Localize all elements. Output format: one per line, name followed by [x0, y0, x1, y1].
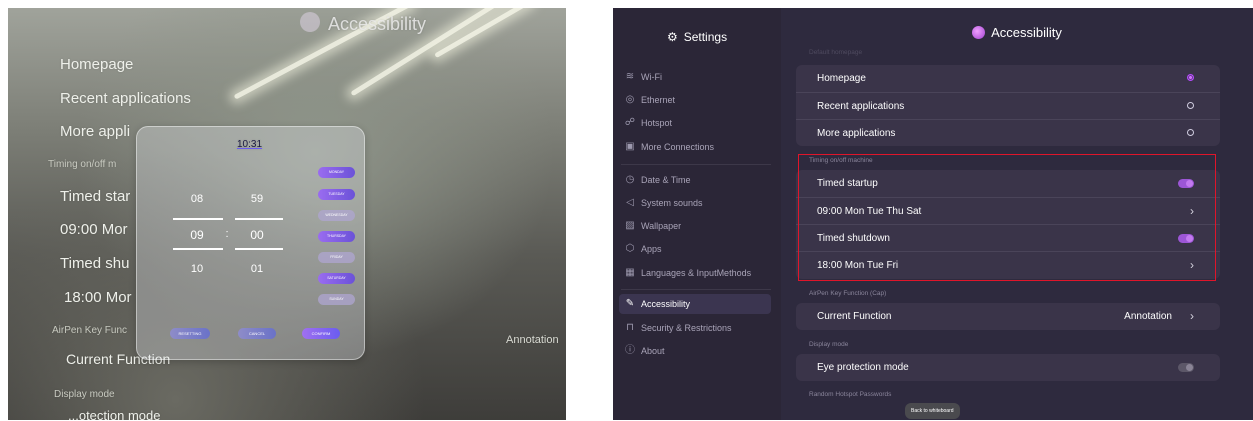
- chevron-right-icon: ›: [1190, 309, 1194, 323]
- section-hotspot-passwords: Random Hotspot Passwords: [809, 391, 892, 398]
- accessibility-logo-icon: [300, 12, 320, 32]
- day-tuesday-button[interactable]: TUESDAY: [318, 189, 355, 200]
- wifi-icon: ≋: [625, 71, 635, 82]
- section-default-homepage: Default homepage: [809, 49, 863, 56]
- accessibility-logo-icon: [972, 26, 986, 39]
- keyboard-icon: ▦: [625, 267, 635, 278]
- photo-shutdown-schedule: 18:00 Mor: [64, 289, 132, 306]
- photo-recent: Recent applications: [60, 90, 191, 107]
- day-friday-button[interactable]: FRIDAY: [318, 252, 355, 263]
- hour-prev[interactable]: 08: [177, 193, 217, 205]
- day-monday-button[interactable]: MONDAY: [318, 167, 355, 178]
- photo-startup-schedule: 09:00 Mor: [60, 221, 128, 238]
- sidebar-item-accessibility[interactable]: ✎ Accessibility: [619, 294, 771, 314]
- sidebar-item-hotspot[interactable]: ☍ Hotspot: [619, 113, 771, 133]
- minute-selected[interactable]: 00: [237, 228, 277, 242]
- option-homepage[interactable]: Homepage: [796, 65, 1220, 92]
- radio-selected-icon[interactable]: [1187, 74, 1194, 81]
- connections-icon: ▣: [625, 141, 635, 152]
- cancel-button[interactable]: CANCEL: [238, 328, 276, 339]
- day-sunday-button[interactable]: SUNDAY: [318, 294, 355, 305]
- sidebar-item-security[interactable]: ⊓ Security & Restrictions: [619, 318, 771, 338]
- minute-next[interactable]: 01: [237, 263, 277, 275]
- day-wednesday-button[interactable]: WEDNESDAY: [318, 210, 355, 221]
- option-recent-applications[interactable]: Recent applications: [796, 92, 1220, 120]
- highlight-box: [798, 154, 1216, 281]
- photo-panel: Accessibility Homepage Recent applicatio…: [8, 8, 566, 420]
- current-function-row[interactable]: Current Function Annotation ›: [796, 303, 1220, 330]
- photo-timing-label: Timing on/off m: [48, 159, 117, 170]
- option-more-applications[interactable]: More applications: [796, 119, 1220, 147]
- photo-homepage: Homepage: [60, 56, 134, 73]
- current-function-value: Annotation: [1124, 311, 1172, 322]
- sidebar-item-apps[interactable]: ⬡ Apps: [619, 239, 771, 259]
- settings-title: ⚙ Settings: [666, 30, 728, 44]
- airpen-card: Current Function Annotation ›: [796, 303, 1220, 330]
- apps-icon: ⬡: [625, 243, 635, 254]
- picker-line: [235, 218, 283, 220]
- page-title: Accessibility: [781, 25, 1253, 40]
- dialog-time: 10:31: [237, 139, 263, 150]
- gear-icon: ⚙: [666, 30, 678, 44]
- sidebar-item-languages[interactable]: ▦ Languages & InputMethods: [619, 263, 771, 283]
- photo-more: More appli: [60, 123, 131, 140]
- speaker-icon: ◁: [626, 197, 634, 208]
- eye-protection-row[interactable]: Eye protection mode: [796, 354, 1220, 381]
- picker-line: [173, 218, 223, 220]
- radio-icon[interactable]: [1187, 129, 1194, 136]
- timer-dialog: 10:31 08 09 10 : 59 00 01 MONDAY TUESDAY…: [136, 126, 365, 360]
- info-icon: ⓘ: [625, 345, 635, 356]
- day-thursday-button[interactable]: THURSDAY: [318, 231, 355, 242]
- picker-line: [173, 248, 223, 250]
- photo-title: Accessibility: [328, 14, 427, 34]
- lock-icon: ⊓: [626, 322, 634, 333]
- photo-annotation: Annotation: [506, 334, 559, 346]
- startup-page-card: Homepage Recent applications More applic…: [796, 65, 1220, 146]
- sidebar-item-date-time[interactable]: ◷ Date & Time: [619, 170, 771, 190]
- photo-airpen-label: AirPen Key Func: [52, 325, 128, 336]
- photo-display-label: Display mode: [54, 389, 115, 400]
- sidebar-item-system-sounds[interactable]: ◁ System sounds: [619, 193, 771, 213]
- minute-prev[interactable]: 59: [237, 193, 277, 205]
- photo-shutdown: Timed shu: [60, 255, 130, 272]
- section-display-mode: Display mode: [809, 341, 849, 348]
- day-saturday-button[interactable]: SATURDAY: [318, 273, 355, 284]
- sidebar-item-about[interactable]: ⓘ About: [619, 341, 771, 361]
- hour-next[interactable]: 10: [177, 263, 217, 275]
- wallpaper-icon: ▨: [625, 220, 635, 231]
- sidebar-divider: [621, 289, 771, 290]
- display-card: Eye protection mode: [796, 354, 1220, 381]
- photo-eye-protection: ...otection mode: [68, 408, 161, 420]
- sidebar-item-wifi[interactable]: ≋ Wi-Fi: [619, 67, 771, 87]
- sidebar-item-more-connections[interactable]: ▣ More Connections: [619, 137, 771, 157]
- photo-startup: Timed star: [60, 188, 131, 205]
- sidebar-item-ethernet[interactable]: ◎ Ethernet: [619, 90, 771, 110]
- sidebar-item-wallpaper[interactable]: ▨ Wallpaper: [619, 216, 771, 236]
- ethernet-icon: ◎: [625, 94, 635, 105]
- resetting-button[interactable]: RESETTING: [170, 328, 210, 339]
- accessibility-icon: ✎: [625, 298, 635, 309]
- confirm-button[interactable]: CONFIRM: [302, 328, 340, 339]
- settings-sidebar: ⚙ Settings ≋ Wi-Fi ◎ Ethernet ☍ Hotspot ▣ Mor…: [613, 8, 781, 420]
- radio-icon[interactable]: [1187, 102, 1194, 109]
- back-to-whiteboard-tooltip[interactable]: Back to whiteboard: [905, 403, 960, 419]
- section-airpen: AirPen Key Function (Cap): [809, 290, 887, 297]
- eye-protection-toggle[interactable]: [1178, 362, 1194, 372]
- clock-icon: ◷: [625, 174, 635, 185]
- hotspot-icon: ☍: [624, 117, 636, 128]
- picker-line: [235, 248, 283, 250]
- settings-window: ⚙ Settings ≋ Wi-Fi ◎ Ethernet ☍ Hotspot ▣ Mor…: [613, 8, 1253, 420]
- sidebar-divider: [621, 164, 771, 165]
